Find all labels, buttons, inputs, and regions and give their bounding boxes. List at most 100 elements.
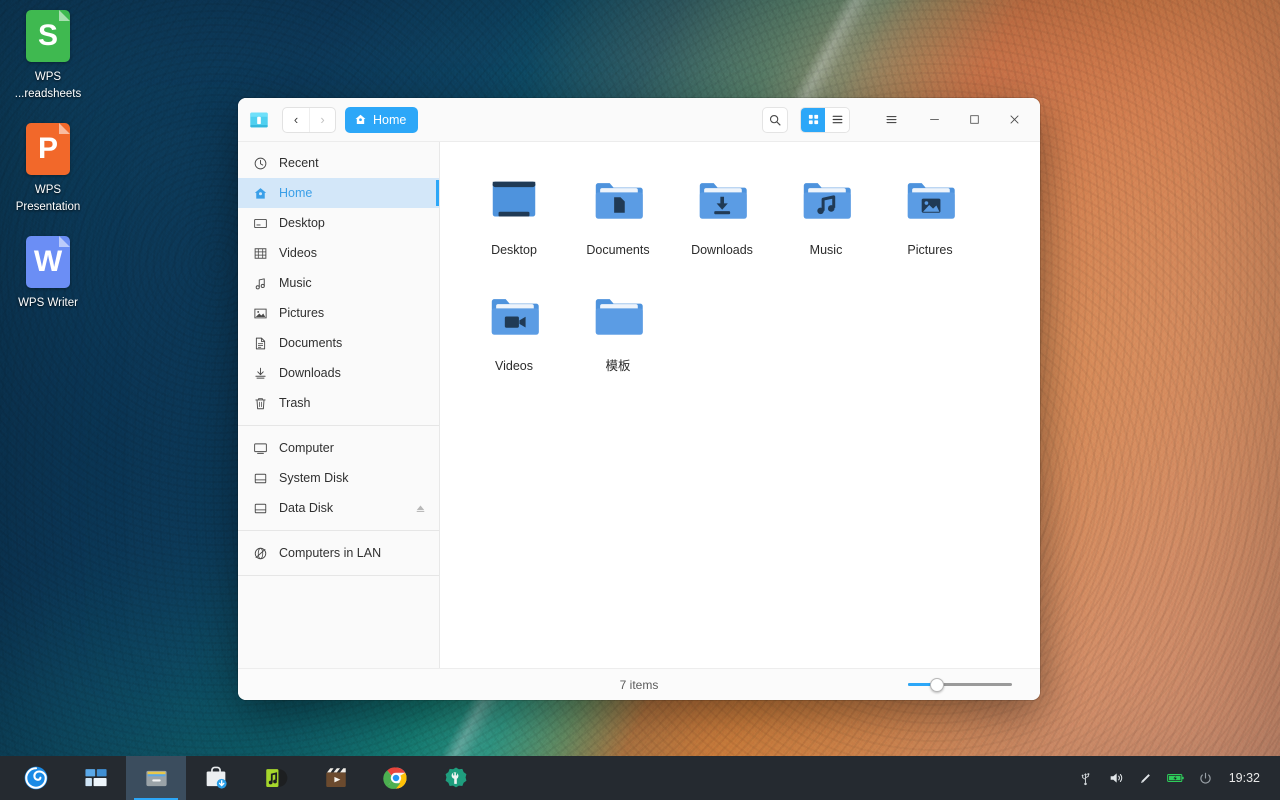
- list-view-button[interactable]: [825, 108, 849, 132]
- grid-view-button[interactable]: [801, 108, 825, 132]
- sidebar-item-computers-in-lan[interactable]: Computers in LAN: [238, 538, 439, 568]
- desktop-icon-label: WPS ...readsheets: [2, 69, 94, 103]
- home-icon: [252, 185, 268, 201]
- battery-tray-button[interactable]: [1163, 756, 1189, 800]
- taskbar-app-store-button[interactable]: [186, 756, 246, 800]
- sidebar-item-recent[interactable]: Recent: [238, 148, 439, 178]
- file-manager-icon: [143, 765, 170, 792]
- taskbar-multitasking-button[interactable]: [66, 756, 126, 800]
- sidebar-item-label: Data Disk: [279, 501, 403, 515]
- file-item-templates[interactable]: 模板: [566, 284, 670, 384]
- taskbar-file-manager-button[interactable]: [126, 756, 186, 800]
- music-note-icon: [252, 275, 268, 291]
- minimize-button[interactable]: [914, 103, 954, 137]
- desktop-icon-wps-spreadsheets[interactable]: S WPS ...readsheets: [0, 4, 96, 107]
- disk-icon: [252, 470, 268, 486]
- main-menu-button[interactable]: [874, 103, 908, 137]
- taskbar-clock[interactable]: 19:32: [1223, 771, 1268, 785]
- sidebar-item-downloads[interactable]: Downloads: [238, 358, 439, 388]
- desktop-icon: [252, 215, 268, 231]
- sidebar-item-music[interactable]: Music: [238, 268, 439, 298]
- power-tray-button[interactable]: [1193, 756, 1219, 800]
- sidebar-divider: [238, 575, 439, 576]
- sidebar-item-pictures[interactable]: Pictures: [238, 298, 439, 328]
- file-manager-icon: [248, 109, 270, 131]
- sidebar-divider: [238, 425, 439, 426]
- taskbar: 19:32: [0, 756, 1280, 800]
- bluetooth-pen-tray-button[interactable]: [1133, 756, 1159, 800]
- sidebar-item-data-disk[interactable]: Data Disk: [238, 493, 439, 523]
- network-icon: [252, 545, 268, 561]
- file-item-label: Videos: [495, 358, 533, 374]
- launcher-icon: [23, 765, 49, 791]
- templates-folder-icon: [587, 292, 649, 348]
- sidebar-item-documents[interactable]: Documents: [238, 328, 439, 358]
- usb-icon: [1078, 771, 1093, 786]
- file-item-music[interactable]: Music: [774, 168, 878, 268]
- sidebar-item-label: Downloads: [279, 366, 427, 380]
- navigation-buttons: ‹ ›: [282, 107, 336, 133]
- search-button[interactable]: [762, 107, 788, 133]
- sidebar-item-system-disk[interactable]: System Disk: [238, 463, 439, 493]
- back-button[interactable]: ‹: [283, 108, 309, 132]
- desktop-icon-wps-presentation[interactable]: P WPS Presentation: [0, 117, 96, 220]
- window-body: Recent Home Desktop: [238, 142, 1040, 668]
- battery-icon: [1167, 771, 1185, 785]
- usb-tray-button[interactable]: [1073, 756, 1099, 800]
- forward-button[interactable]: ›: [309, 108, 335, 132]
- file-item-videos[interactable]: Videos: [462, 284, 566, 384]
- volume-tray-button[interactable]: [1103, 756, 1129, 800]
- sidebar-item-label: Desktop: [279, 216, 427, 230]
- system-tray: 19:32: [1073, 756, 1280, 800]
- file-item-downloads[interactable]: Downloads: [670, 168, 774, 268]
- desktop-icon-label: WPS Writer: [2, 295, 94, 312]
- pictures-folder-icon: [899, 176, 961, 232]
- volume-icon: [1108, 770, 1124, 786]
- window-titlebar: ‹ › Home: [238, 98, 1040, 142]
- trash-icon: [252, 395, 268, 411]
- video-player-icon: [323, 765, 349, 791]
- view-mode-toggle: [800, 107, 850, 133]
- zoom-slider[interactable]: [908, 678, 1012, 692]
- sidebar-item-computer[interactable]: Computer: [238, 433, 439, 463]
- taskbar-video-player-button[interactable]: [306, 756, 366, 800]
- list-view-icon: [831, 113, 844, 126]
- close-button[interactable]: [994, 103, 1034, 137]
- desktop-icon-wps-writer[interactable]: W WPS Writer: [0, 230, 96, 316]
- taskbar-settings-button[interactable]: [426, 756, 486, 800]
- app-store-icon: [203, 765, 229, 791]
- sidebar-item-label: Videos: [279, 246, 427, 260]
- sidebar-item-trash[interactable]: Trash: [238, 388, 439, 418]
- search-icon: [768, 113, 782, 127]
- maximize-button[interactable]: [954, 103, 994, 137]
- taskbar-app-list: [0, 756, 486, 800]
- settings-icon: [443, 765, 469, 791]
- documents-folder-icon: [587, 176, 649, 232]
- slider-handle[interactable]: [930, 678, 944, 692]
- file-grid-area[interactable]: Desktop Documents: [440, 142, 1040, 668]
- grid-row-break: [462, 268, 1040, 284]
- file-item-documents[interactable]: Documents: [566, 168, 670, 268]
- taskbar-launcher-button[interactable]: [6, 756, 66, 800]
- file-item-label: Music: [810, 242, 843, 258]
- sidebar-item-label: System Disk: [279, 471, 427, 485]
- chrome-icon: [383, 765, 409, 791]
- sidebar-item-desktop[interactable]: Desktop: [238, 208, 439, 238]
- eject-icon[interactable]: [414, 502, 427, 515]
- grid-view-icon: [807, 113, 820, 126]
- file-item-desktop[interactable]: Desktop: [462, 168, 566, 268]
- wps-presentation-icon: P: [26, 123, 70, 175]
- breadcrumb-home[interactable]: Home: [345, 107, 418, 133]
- wps-writer-icon: W: [26, 236, 70, 288]
- wps-spreadsheets-icon: S: [26, 10, 70, 62]
- sidebar-item-home[interactable]: Home: [238, 178, 439, 208]
- sidebar-item-label: Recent: [279, 156, 427, 170]
- taskbar-chrome-button[interactable]: [366, 756, 426, 800]
- status-bar: 7 items: [238, 668, 1040, 700]
- file-item-label: Pictures: [907, 242, 952, 258]
- taskbar-music-player-button[interactable]: [246, 756, 306, 800]
- file-item-label: Desktop: [491, 242, 537, 258]
- sidebar-item-videos[interactable]: Videos: [238, 238, 439, 268]
- bluetooth-pen-icon: [1138, 771, 1153, 786]
- file-item-pictures[interactable]: Pictures: [878, 168, 982, 268]
